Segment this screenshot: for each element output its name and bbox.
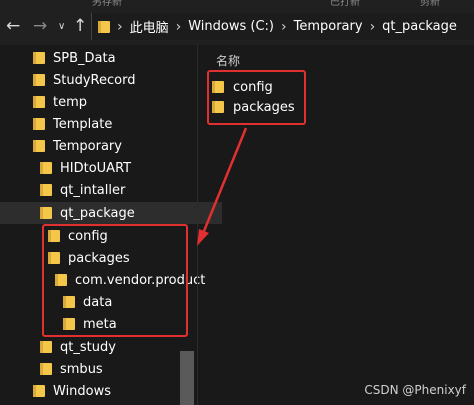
tree-item-label: SPB_Data [53,50,116,66]
folder-icon [33,385,45,397]
breadcrumb-this-pc[interactable]: 此电脑 [130,17,169,36]
folder-icon [40,162,52,174]
breadcrumb-separator: › [281,18,287,35]
up-icon[interactable]: ↑ [73,14,87,38]
ribbon-fragment: 剪新 [420,0,440,8]
tree-item-label: temp [53,94,88,110]
breadcrumb-separator: › [369,18,376,35]
tree-item-label: Template [53,116,113,132]
tree-item-label: StudyRecord [53,72,136,88]
tree-item-temp[interactable]: temp [0,91,215,113]
chevron-down-icon[interactable]: ∨ [58,15,65,39]
navigation-scrollbar[interactable] [180,351,194,405]
tree-item-label: qt_intaller [60,182,126,198]
ribbon-fragment: 巴打新 [330,0,360,8]
tree-item-template[interactable]: Template [0,113,215,135]
forward-icon[interactable]: → [33,14,47,38]
folder-icon [33,140,45,152]
breadcrumb-temporary[interactable]: Temporary [294,19,363,34]
folder-icon [40,363,52,375]
folder-icon [40,184,52,196]
tree-item-label: HIDtoUART [60,160,132,176]
ribbon-fragment: 另存新 [92,0,122,8]
breadcrumb-separator: › [175,18,182,35]
folder-icon [33,52,45,64]
tree-item-hidtouart[interactable]: HIDtoUART [0,157,222,179]
tree-item-studyrecord[interactable]: StudyRecord [0,69,215,91]
folder-icon [40,341,52,353]
back-icon[interactable]: ← [6,14,20,38]
highlight-box-content [207,70,306,125]
tree-item-qt-package[interactable]: qt_package [0,202,222,224]
tree-item-label: smbus [60,361,103,377]
folder-icon [40,207,52,219]
tree-item-label: Windows [53,383,112,399]
breadcrumb-separator: › [117,18,123,35]
folder-icon [98,20,110,33]
column-header-name[interactable]: 名称 [216,52,240,69]
tree-item-spb-data[interactable]: SPB_Data [0,47,215,69]
address-bar[interactable]: › 此电脑 › Windows (C:) › Temporary › qt_pa… [91,13,474,40]
tree-item-temporary[interactable]: Temporary [0,135,215,157]
highlight-box-tree [42,224,188,337]
tree-item-label: qt_package [60,205,135,221]
breadcrumb-windows-c[interactable]: Windows (C:) [188,19,274,34]
address-toolbar: ← → ∨ ↑ › 此电脑 › Windows (C:) › Temporary… [0,8,474,45]
tree-item-label: Temporary [53,138,122,154]
tree-item-qt-intaller[interactable]: qt_intaller [0,179,222,201]
folder-icon [33,118,45,130]
folder-icon [33,74,45,86]
ribbon-remnant: 另存新 巴打新 剪新 [0,0,474,8]
breadcrumb-qt-package[interactable]: qt_package [382,19,457,34]
folder-icon [33,96,45,108]
watermark: CSDN @Phenixyf [364,383,466,397]
tree-item-label: qt_study [60,339,116,355]
